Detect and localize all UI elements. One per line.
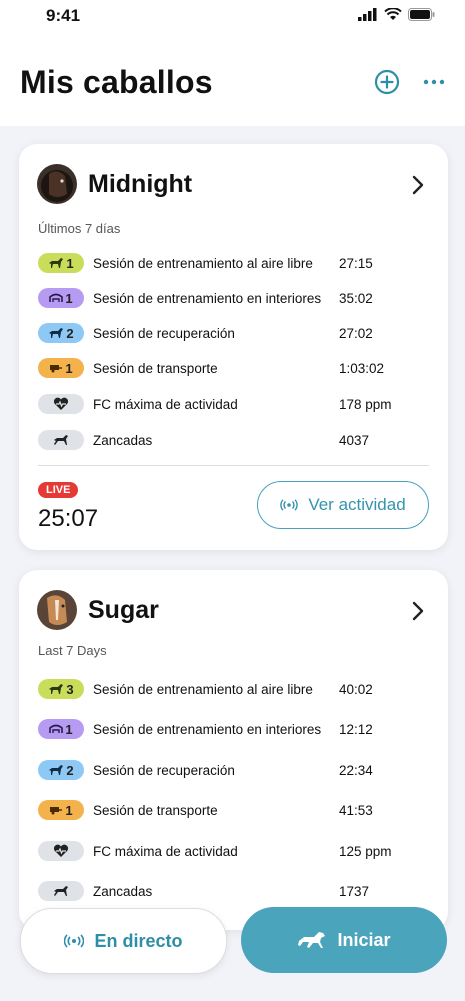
stat-badge: 1	[38, 800, 84, 820]
horse-card-midnight[interactable]: Midnight Últimos 7 días 1 Sesión de entr…	[19, 144, 448, 550]
horse-header: Midnight	[37, 164, 192, 204]
stat-label: Sesión de transporte	[93, 360, 218, 376]
stat-badge: 1	[38, 358, 84, 378]
stat-value: 1:03:02	[339, 360, 385, 376]
live-timer: 25:07	[38, 505, 99, 532]
more-dots-icon	[423, 79, 445, 85]
stat-row-outdoor: 1 Sesión de entrenamiento al aire libre …	[38, 252, 433, 274]
cellular-signal-icon	[358, 8, 377, 21]
stat-label: FC máxima de actividad	[93, 396, 238, 412]
stat-label: Zancadas	[93, 432, 153, 448]
stat-value: 125 ppm	[339, 843, 392, 859]
stat-label: Zancadas	[93, 883, 153, 899]
stat-badge: 3	[38, 679, 84, 699]
heart-rate-icon	[53, 397, 69, 410]
stat-badge	[38, 841, 84, 861]
horse-header: Sugar	[37, 590, 159, 630]
horse-recovery-icon	[49, 765, 64, 775]
stat-row-indoor: 1 Sesión de entrenamiento en interiores …	[38, 287, 433, 309]
stat-value: 27:15	[339, 255, 373, 271]
stat-row-heart-rate: FC máxima de actividad 125 ppm	[38, 840, 433, 862]
stat-value: 1737	[339, 883, 370, 899]
start-button[interactable]: Iniciar	[241, 907, 447, 973]
live-button[interactable]: En directo	[20, 908, 227, 974]
stat-value: 12:12	[339, 721, 373, 737]
stat-row-outdoor: 3 Sesión de entrenamiento al aire libre …	[38, 678, 433, 700]
stat-value: 27:02	[339, 325, 373, 341]
page-title: Mis caballos	[20, 64, 213, 100]
heart-rate-icon	[53, 844, 69, 857]
stat-label: Sesión de entrenamiento en interiores	[93, 290, 322, 306]
stat-row-transport: 1 Sesión de transporte 41:53	[38, 799, 433, 821]
stat-value: 40:02	[339, 681, 373, 697]
stat-badge: 1	[38, 253, 84, 273]
battery-icon	[408, 8, 435, 21]
divider	[38, 465, 429, 466]
period-label: Last 7 Days	[38, 643, 107, 658]
arena-indoor-icon	[49, 293, 64, 302]
horse-stride-icon	[54, 435, 68, 445]
horse-avatar	[37, 164, 77, 204]
start-button-label: Iniciar	[337, 929, 391, 950]
stat-value: 178 ppm	[339, 396, 392, 412]
stat-badge: 2	[38, 323, 84, 343]
horse-name: Sugar	[88, 595, 159, 624]
chevron-right-icon[interactable]	[410, 174, 426, 196]
stat-label: Sesión de entrenamiento en interiores	[93, 721, 322, 737]
stat-row-recovery: 2 Sesión de recuperación 27:02	[38, 322, 433, 344]
horse-avatar	[37, 590, 77, 630]
wifi-icon	[384, 8, 402, 20]
view-activity-label: Ver actividad	[308, 495, 406, 514]
status-icons	[358, 8, 435, 21]
stat-badge: 1	[38, 719, 84, 739]
horse-outdoor-icon	[49, 258, 64, 268]
trailer-icon	[50, 807, 63, 815]
horse-stride-icon	[54, 886, 68, 896]
stat-row-indoor: 1 Sesión de entrenamiento en interiores …	[38, 718, 433, 740]
stat-row-recovery: 2 Sesión de recuperación 22:34	[38, 759, 433, 781]
status-time: 9:41	[46, 6, 81, 25]
horse-recovery-icon	[49, 328, 64, 338]
stat-badge	[38, 394, 84, 414]
more-options-button[interactable]	[418, 66, 450, 98]
stat-label: Sesión de recuperación	[93, 325, 235, 341]
broadcast-icon	[64, 934, 85, 948]
stat-row-strides: Zancadas 4037	[38, 429, 433, 451]
stat-badge: 1	[38, 288, 84, 308]
add-horse-button[interactable]	[371, 66, 403, 98]
stat-label: Sesión de recuperación	[93, 762, 235, 778]
stat-badge	[38, 430, 84, 450]
stat-badge: 2	[38, 760, 84, 780]
horse-outdoor-icon	[49, 684, 64, 694]
stat-label: Sesión de transporte	[93, 802, 218, 818]
galloping-horse-icon	[298, 932, 326, 948]
view-activity-button[interactable]: Ver actividad	[257, 481, 429, 529]
stat-label: Sesión de entrenamiento al aire libre	[93, 255, 313, 271]
stat-value: 35:02	[339, 290, 373, 306]
stat-value: 22:34	[339, 762, 373, 778]
stat-row-transport: 1 Sesión de transporte 1:03:02	[38, 357, 433, 379]
horse-card-sugar[interactable]: Sugar Last 7 Days 3 Sesión de entrenamie…	[19, 570, 448, 930]
stat-row-strides: Zancadas 1737	[38, 880, 433, 902]
live-badge: LIVE	[38, 482, 79, 498]
arena-indoor-icon	[49, 724, 64, 733]
chevron-right-icon[interactable]	[410, 600, 426, 622]
trailer-icon	[50, 365, 63, 373]
add-circle-icon	[374, 69, 400, 95]
stat-value: 41:53	[339, 802, 373, 818]
stat-row-heart-rate: FC máxima de actividad 178 ppm	[38, 393, 433, 415]
horse-name: Midnight	[88, 169, 193, 198]
stat-badge	[38, 881, 84, 901]
stat-label: FC máxima de actividad	[93, 843, 238, 859]
stat-value: 4037	[339, 432, 370, 448]
live-button-label: En directo	[94, 930, 183, 951]
stat-label: Sesión de entrenamiento al aire libre	[93, 681, 313, 697]
status-bar: 9:41	[0, 0, 465, 30]
broadcast-icon	[280, 499, 299, 511]
period-label: Últimos 7 días	[38, 221, 121, 236]
